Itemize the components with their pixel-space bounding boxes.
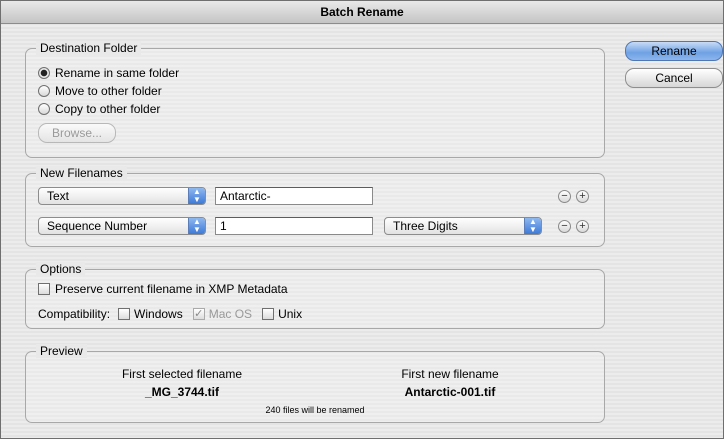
macos-label: Mac OS [208,307,253,321]
unix-checkbox[interactable] [262,308,275,320]
radio-label: Move to other folder [55,84,162,98]
macos-checkbox[interactable]: ✓ [192,308,205,320]
select-value: Three Digits [393,219,458,233]
radio-label: Rename in same folder [55,66,180,80]
radio-button[interactable] [38,103,50,115]
destination-folder-group: Destination Folder Rename in same folder… [25,41,605,158]
first-selected-value: _MG_3744.tif [144,385,220,399]
preserve-filename-checkbox-row[interactable]: Preserve current filename in XMP Metadat… [38,282,288,296]
radio-button-selected[interactable] [38,67,50,79]
new-filenames-title: New Filenames [36,166,127,180]
unix-label: Unix [278,307,303,321]
compatibility-row: Compatibility: Windows ✓ Mac OS Unix [38,307,302,321]
filename-type-select-1[interactable]: Text ▲ ▼ [38,187,206,205]
rename-summary: 240 files will be renamed [265,405,365,415]
window-title: Batch Rename [1,1,723,24]
select-value: Sequence Number [47,219,148,233]
sequence-start-field[interactable]: 1 [215,217,373,235]
field-value: 1 [220,219,227,233]
first-new-label: First new filename [401,367,499,381]
select-arrows-icon: ▲ ▼ [524,218,541,234]
radio-copy-other-folder[interactable]: Copy to other folder [38,101,160,117]
new-filenames-group: New Filenames Text ▲ ▼ Antarctic- − + Seq… [25,166,605,247]
preview-title: Preview [36,344,87,358]
browse-button[interactable]: Browse... [38,123,116,143]
select-value: Text [47,189,70,203]
destination-folder-title: Destination Folder [36,41,142,55]
remove-row-icon[interactable]: − [558,190,571,203]
field-value: Antarctic- [220,189,271,203]
digits-select[interactable]: Three Digits ▲ ▼ [384,217,542,235]
select-arrows-icon: ▲ ▼ [188,188,205,204]
rename-button[interactable]: Rename [625,41,723,61]
radio-button[interactable] [38,85,50,97]
remove-row-icon[interactable]: − [558,220,571,233]
radio-label: Copy to other folder [55,102,161,116]
radio-move-other-folder[interactable]: Move to other folder [38,83,162,99]
add-row-icon[interactable]: + [576,190,589,203]
cancel-button[interactable]: Cancel [625,68,723,88]
select-arrows-icon: ▲ ▼ [188,218,205,234]
filename-type-select-2[interactable]: Sequence Number ▲ ▼ [38,217,206,235]
filename-text-field[interactable]: Antarctic- [215,187,373,205]
windows-checkbox[interactable] [118,308,131,320]
preview-group: Preview First selected filename _MG_3744… [25,344,605,423]
first-selected-label: First selected filename [121,367,243,381]
preserve-filename-checkbox[interactable] [38,283,50,295]
batch-rename-window: Batch Rename Rename Cancel Destination F… [0,0,724,439]
options-title: Options [36,262,86,276]
compatibility-label: Compatibility: [38,307,111,321]
first-new-value: Antarctic-001.tif [404,385,496,399]
add-row-icon[interactable]: + [576,220,589,233]
windows-label: Windows [134,307,183,321]
radio-rename-same-folder[interactable]: Rename in same folder [38,65,179,81]
preserve-filename-label: Preserve current filename in XMP Metadat… [55,282,288,296]
options-group: Options Preserve current filename in XMP… [25,262,605,329]
